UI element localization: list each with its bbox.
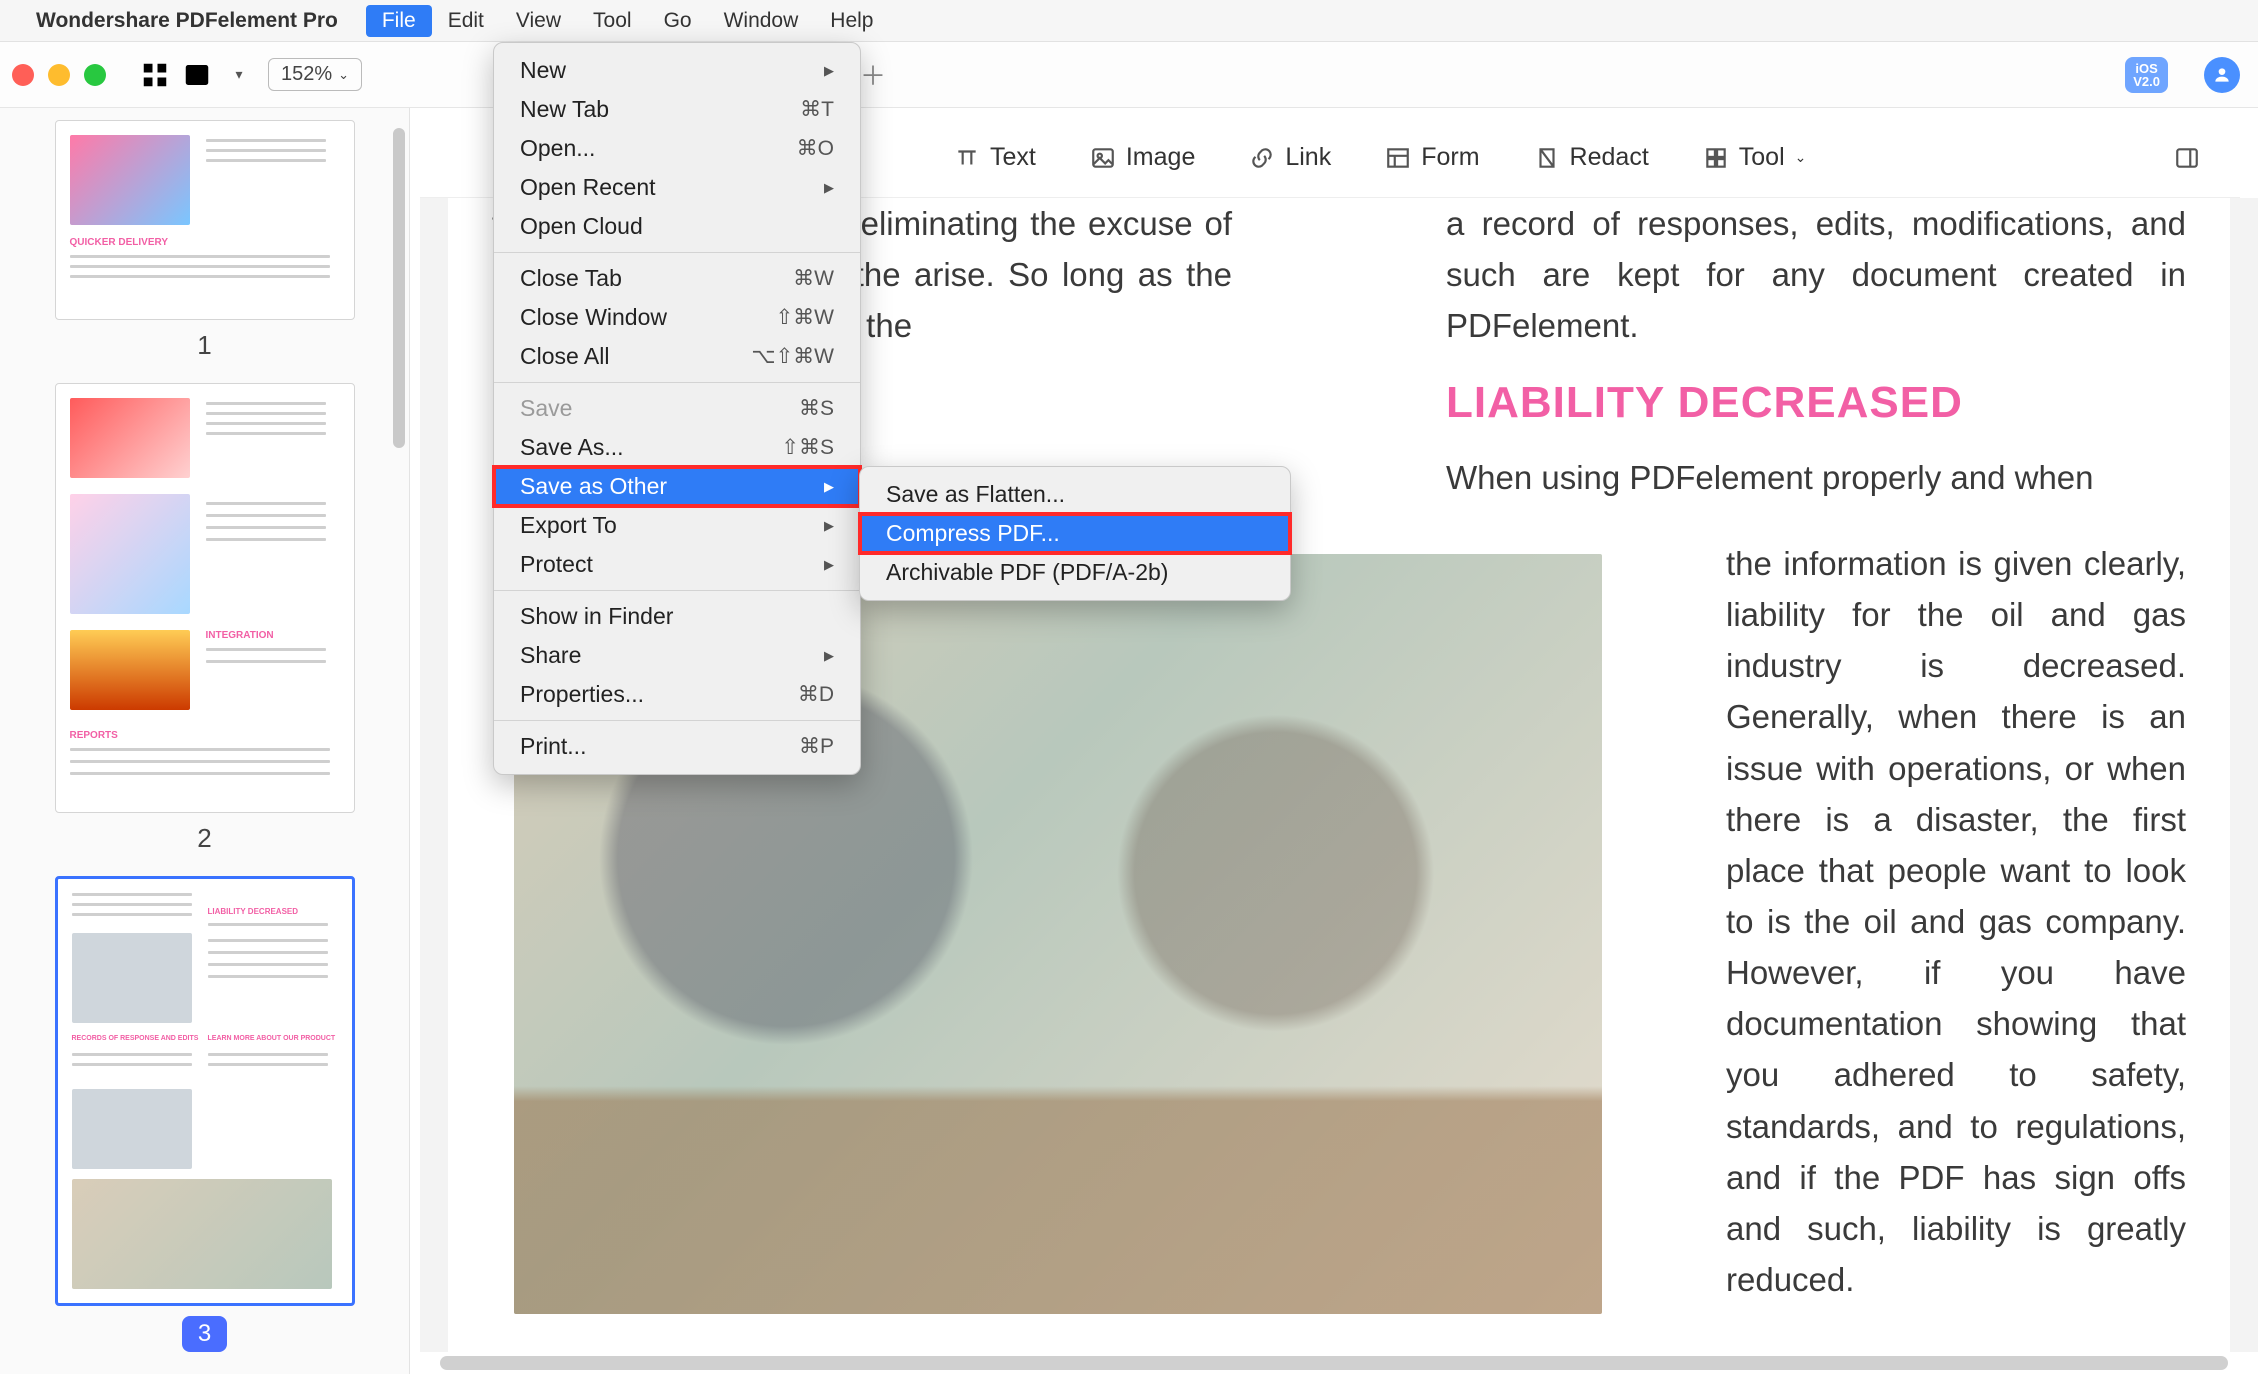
horizontal-scrollbar[interactable] bbox=[440, 1356, 2228, 1370]
menubar-view[interactable]: View bbox=[500, 5, 577, 37]
form-tool-label: Form bbox=[1421, 143, 1479, 172]
menu-item-save-as-other[interactable]: Save as Other bbox=[494, 467, 860, 506]
form-tool[interactable]: Form bbox=[1385, 143, 1479, 172]
right-lead-paragraph: When using PDFelement properly and when bbox=[1446, 452, 2186, 503]
submenu-item-save-as-flatten[interactable]: Save as Flatten... bbox=[860, 475, 1290, 514]
page-number-3: 3 bbox=[182, 1316, 227, 1352]
menu-item-save-as[interactable]: Save As...⇧⌘S bbox=[494, 428, 860, 467]
window-toolbar: ▾ 152% ⌄ ＋ iOS V2.0 bbox=[0, 42, 2258, 108]
submenu-item-archivable-pdf-pdf-a-b[interactable]: Archivable PDF (PDF/A-2b) bbox=[860, 553, 1290, 592]
right-body-paragraph: the information is given clearly, liabil… bbox=[1726, 538, 2186, 1305]
right-column: a record of responses, edits, modificati… bbox=[1446, 198, 2186, 503]
image-tool-label: Image bbox=[1126, 143, 1195, 172]
menu-item-close-all[interactable]: Close All⌥⇧⌘W bbox=[494, 337, 860, 376]
menu-item-new-tab[interactable]: New Tab⌘T bbox=[494, 90, 860, 129]
page-thumbnail-2[interactable]: INTEGRATION REPORTS bbox=[55, 383, 355, 813]
menubar-file[interactable]: File bbox=[366, 5, 432, 37]
zoom-select[interactable]: 152% ⌄ bbox=[268, 58, 362, 91]
link-tool[interactable]: Link bbox=[1249, 143, 1331, 172]
ios-version-badge[interactable]: iOS V2.0 bbox=[2125, 57, 2168, 93]
page-number-2: 2 bbox=[18, 823, 391, 854]
tool-menu-label: Tool bbox=[1739, 143, 1785, 172]
menu-item-show-in-finder[interactable]: Show in Finder bbox=[494, 597, 860, 636]
redact-tool-label: Redact bbox=[1570, 143, 1649, 172]
chevron-down-icon: ⌄ bbox=[1795, 149, 1807, 166]
page-thumbnail-1[interactable]: QUICKER DELIVERY bbox=[55, 120, 355, 320]
page-number-1: 1 bbox=[18, 330, 391, 361]
section-heading: LIABILITY DECREASED bbox=[1446, 369, 2186, 437]
menu-item-share[interactable]: Share bbox=[494, 636, 860, 675]
app-name[interactable]: Wondershare PDFelement Pro bbox=[36, 9, 338, 33]
menu-item-open-cloud[interactable]: Open Cloud bbox=[494, 207, 860, 246]
menu-item-new[interactable]: New bbox=[494, 51, 860, 90]
menubar-go[interactable]: Go bbox=[648, 5, 708, 37]
save-as-other-submenu: Save as Flatten...Compress PDF...Archiva… bbox=[859, 466, 1291, 601]
tool-menu[interactable]: Tool ⌄ bbox=[1703, 143, 1807, 172]
link-tool-label: Link bbox=[1285, 143, 1331, 172]
menu-item-close-window[interactable]: Close Window⇧⌘W bbox=[494, 298, 860, 337]
fullscreen-window-button[interactable] bbox=[84, 64, 106, 86]
minimize-window-button[interactable] bbox=[48, 64, 70, 86]
thumbnail-sidebar: QUICKER DELIVERY 1 INTEGRATION REPORTS 2… bbox=[0, 108, 410, 1374]
sidebar-scrollbar[interactable] bbox=[393, 128, 405, 448]
account-avatar-icon[interactable] bbox=[2204, 57, 2240, 93]
menu-item-protect[interactable]: Protect bbox=[494, 545, 860, 584]
new-tab-icon[interactable]: ＋ bbox=[860, 56, 886, 93]
redact-tool[interactable]: Redact bbox=[1534, 143, 1649, 172]
menu-item-open[interactable]: Open...⌘O bbox=[494, 129, 860, 168]
right-top-paragraph: a record of responses, edits, modificati… bbox=[1446, 198, 2186, 351]
menubar-edit[interactable]: Edit bbox=[432, 5, 500, 37]
menu-item-print[interactable]: Print...⌘P bbox=[494, 727, 860, 766]
close-window-button[interactable] bbox=[12, 64, 34, 86]
file-menu: NewNew Tab⌘TOpen...⌘OOpen RecentOpen Clo… bbox=[493, 42, 861, 775]
submenu-item-compress-pdf[interactable]: Compress PDF... bbox=[860, 514, 1290, 553]
thumbnails-grid-icon[interactable] bbox=[140, 60, 170, 90]
menu-item-properties[interactable]: Properties...⌘D bbox=[494, 675, 860, 714]
window-controls bbox=[12, 64, 106, 86]
text-tool-label: Text bbox=[990, 143, 1036, 172]
page-thumbnail-3[interactable]: LIABILITY DECREASED RECORDS OF RESPONSE … bbox=[55, 876, 355, 1306]
menu-item-export-to[interactable]: Export To bbox=[494, 506, 860, 545]
menubar-window[interactable]: Window bbox=[708, 5, 815, 37]
zoom-value: 152% bbox=[281, 63, 332, 86]
text-tool[interactable]: Text bbox=[954, 143, 1036, 172]
menu-item-open-recent[interactable]: Open Recent bbox=[494, 168, 860, 207]
panel-toggle-icon[interactable] bbox=[2174, 145, 2200, 171]
chevron-down-icon: ⌄ bbox=[338, 67, 349, 83]
menu-item-save: Save⌘S bbox=[494, 389, 860, 428]
image-tool[interactable]: Image bbox=[1090, 143, 1195, 172]
menubar-help[interactable]: Help bbox=[814, 5, 889, 37]
menu-item-close-tab[interactable]: Close Tab⌘W bbox=[494, 259, 860, 298]
mac-menubar: Wondershare PDFelement Pro File Edit Vie… bbox=[0, 0, 2258, 42]
sidebar-dropdown-icon[interactable]: ▾ bbox=[224, 60, 254, 90]
sidebar-toggle-icon[interactable] bbox=[182, 60, 212, 90]
menubar-tool[interactable]: Tool bbox=[577, 5, 648, 37]
